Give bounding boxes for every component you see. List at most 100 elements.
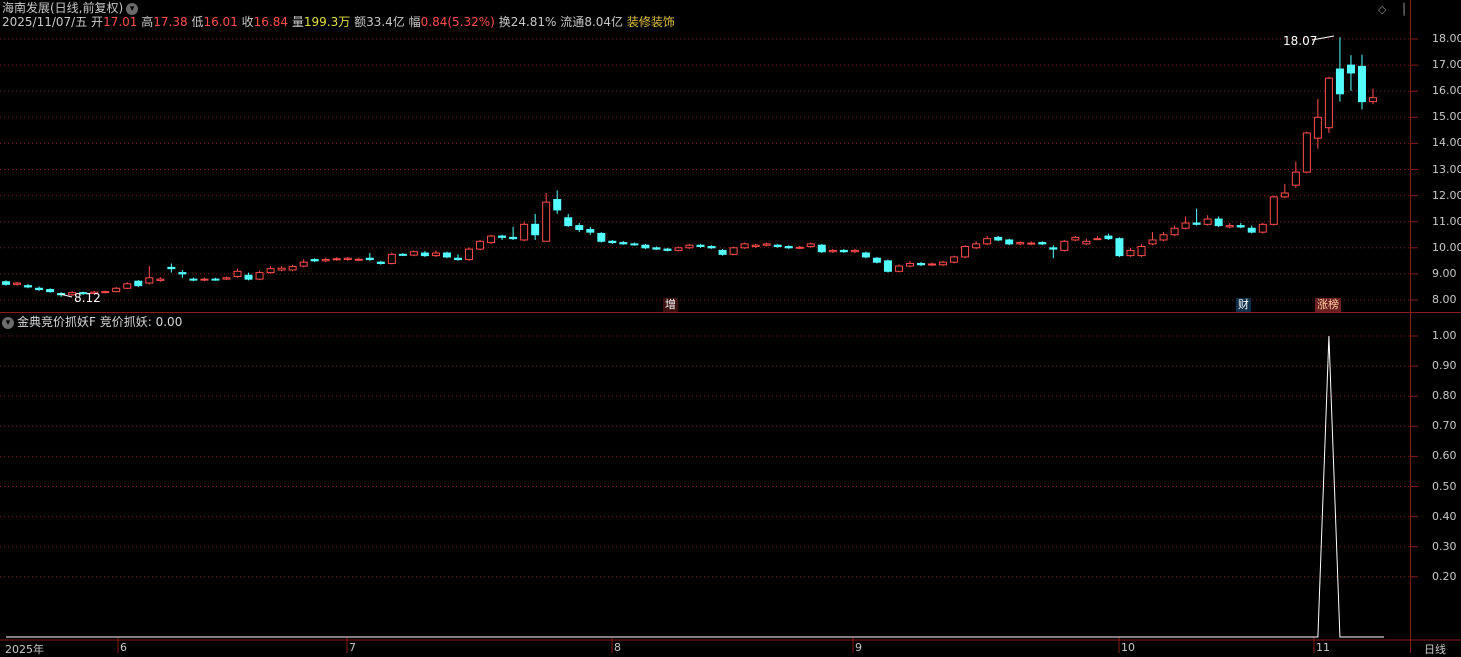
candle-body (1104, 235, 1113, 240)
candle-body (718, 249, 727, 255)
candle-body (13, 282, 22, 285)
indicator-title-row: ▾ 金典竞价抓妖F 竞价抓妖: 0.00 (2, 315, 182, 329)
candle-body (795, 246, 804, 249)
candle-body (1357, 65, 1366, 103)
candle-body (1225, 225, 1234, 228)
candle-body (476, 240, 485, 250)
candle-body (409, 251, 418, 256)
candle-body (233, 270, 242, 278)
candle-body (1280, 192, 1289, 198)
candle-body (1137, 245, 1146, 257)
candle-body (398, 253, 407, 256)
candle-body (520, 223, 529, 241)
candle-body (1291, 171, 1300, 186)
event-badge-limit-up[interactable]: 涨榜 (1315, 298, 1341, 312)
candle-body (1148, 239, 1157, 245)
candle-body (894, 265, 903, 272)
candle-body (1313, 116, 1322, 139)
candle-body (1170, 227, 1179, 236)
candle-body (332, 258, 341, 261)
candle-body (112, 287, 121, 293)
period-label[interactable]: 日线 (1424, 641, 1446, 657)
candle-body (465, 248, 474, 261)
indicator-tick-label: 0.60 (1432, 449, 1457, 463)
date-tick-label: 8 (614, 641, 621, 654)
candle-body (1038, 242, 1047, 245)
candle-body (872, 257, 881, 263)
candle-body (597, 232, 606, 242)
candle-body (2, 281, 10, 285)
candle-body (453, 257, 462, 261)
candle-body (784, 245, 793, 249)
candle-body (1247, 227, 1256, 233)
candle-body (431, 252, 440, 257)
candle-body (288, 266, 297, 271)
candle-body (266, 268, 275, 274)
candle-body (939, 261, 948, 266)
price-tick-label: 15.00 (1432, 110, 1461, 124)
candle-body (211, 278, 220, 281)
candle-body (343, 257, 352, 261)
candle-body (553, 199, 562, 211)
indicator-tick-label: 0.30 (1432, 539, 1457, 553)
indicator-tick-label: 0.20 (1432, 569, 1457, 583)
candle-body (365, 257, 374, 261)
candle-body (531, 223, 540, 236)
price-tick-label: 14.00 (1432, 136, 1461, 150)
candle-body (167, 266, 176, 270)
candle-body (189, 278, 198, 281)
candle-body (442, 252, 451, 258)
candle-body (608, 240, 617, 244)
candle-body (685, 244, 694, 249)
price-tick-label: 13.00 (1432, 162, 1461, 176)
candle-body (663, 248, 672, 251)
candle-body (1082, 240, 1091, 245)
indicator-name[interactable]: 金典竞价抓妖F (17, 315, 96, 329)
candle-body (255, 272, 264, 280)
candle-body (1027, 242, 1036, 245)
candle-body (564, 217, 573, 227)
candle-body (35, 287, 44, 291)
date-tick-label: 11 (1316, 641, 1330, 654)
date-tick-label: 7 (349, 641, 356, 654)
candle-body (310, 259, 319, 262)
indicator-series-label: 竞价抓妖: (99, 315, 152, 329)
date-tick-label: 6 (120, 641, 127, 654)
candle-body (299, 261, 308, 267)
candle-body (707, 245, 716, 249)
date-tick-label: 9 (855, 641, 862, 654)
candle-body (1159, 234, 1168, 241)
candle-body (1324, 77, 1333, 129)
candle-body (674, 247, 683, 251)
event-badge-finance[interactable]: 财 (1236, 298, 1251, 312)
candle-body (1049, 247, 1058, 250)
candle-body (828, 249, 837, 253)
indicator-tick-label: 0.90 (1432, 359, 1457, 373)
kline-chart[interactable] (0, 0, 1461, 653)
candle-body (850, 249, 859, 253)
candle-body (376, 261, 385, 264)
price-tick-label: 16.00 (1432, 84, 1461, 98)
candle-body (1016, 242, 1025, 245)
chevron-down-icon[interactable]: ▾ (2, 316, 14, 329)
indicator-tick-label: 0.40 (1432, 509, 1457, 523)
candle-body (487, 235, 496, 244)
candle-body (46, 289, 55, 293)
candle-body (1258, 223, 1267, 233)
candle-body (1369, 97, 1377, 103)
candle-body (983, 238, 992, 245)
candle-body (1302, 132, 1311, 173)
candle-body (24, 285, 33, 288)
price-tick-label: 17.00 (1432, 58, 1461, 72)
candle-body (1060, 240, 1069, 251)
candle-body (145, 277, 154, 284)
price-annotations (59, 35, 1335, 298)
event-badge-increase[interactable]: 增 (663, 298, 678, 312)
indicator-value: 0.00 (155, 315, 183, 329)
indicator-tick-label: 1.00 (1432, 329, 1457, 342)
candle-body (630, 243, 639, 246)
candle-body (1236, 225, 1245, 228)
candle-body (586, 229, 595, 233)
candle-body (321, 259, 330, 262)
candle-body (972, 243, 981, 249)
